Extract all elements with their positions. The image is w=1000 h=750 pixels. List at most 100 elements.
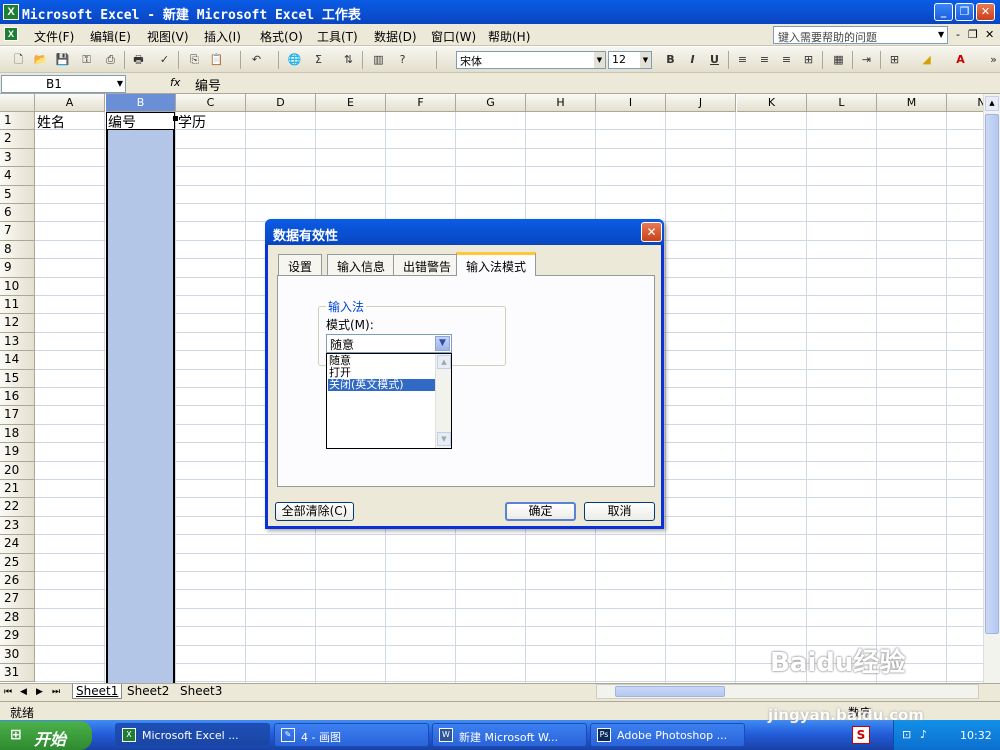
sogou-ime-icon[interactable]: S xyxy=(852,726,870,744)
row-header-6[interactable]: 6 xyxy=(0,204,35,223)
column-header-h[interactable]: H xyxy=(526,94,596,112)
menu-view[interactable]: 视图(V) xyxy=(147,28,189,45)
font-size-select[interactable]: 12 ▼ xyxy=(608,51,652,69)
tab-settings[interactable]: 设置 xyxy=(278,254,323,275)
row-header-30[interactable]: 30 xyxy=(0,645,35,664)
row-header-2[interactable]: 2 xyxy=(0,130,35,149)
mode-select[interactable]: 随意 ▼ xyxy=(326,334,452,353)
spelling-icon[interactable]: ✓ xyxy=(156,52,173,68)
currency-icon[interactable]: ▦ xyxy=(830,52,847,68)
tab-input-message[interactable]: 输入信息 xyxy=(327,254,396,275)
hyperlink-icon[interactable]: 🌐 xyxy=(286,52,303,68)
task-excel[interactable]: X Microsoft Excel ... xyxy=(115,723,270,747)
toolbar-options-icon[interactable]: » xyxy=(985,52,1000,68)
row-header-10[interactable]: 10 xyxy=(0,277,35,296)
mode-dropdown-list[interactable]: 随意 打开 关闭(英文模式) ▲ ▼ xyxy=(326,353,452,449)
paste-icon[interactable]: 📋 xyxy=(208,52,225,68)
scroll-thumb[interactable] xyxy=(985,114,999,634)
formula-input[interactable]: 编号 xyxy=(195,75,221,94)
row-header-3[interactable]: 3 xyxy=(0,148,35,168)
column-header-n[interactable]: N xyxy=(947,94,983,112)
print-icon[interactable]: ⎙ xyxy=(102,52,119,68)
menu-insert[interactable]: 插入(I) xyxy=(204,28,241,45)
open-icon[interactable]: 📂 xyxy=(32,52,49,68)
help-search-input[interactable]: 键入需要帮助的问题 xyxy=(773,26,948,44)
clock[interactable]: 10:32 xyxy=(960,729,992,742)
insert-function-icon[interactable]: fx xyxy=(170,76,180,89)
chart-wizard-icon[interactable]: ▥ xyxy=(370,52,387,68)
select-all-corner[interactable] xyxy=(0,94,35,112)
column-header-b[interactable]: B xyxy=(106,94,176,112)
row-header-20[interactable]: 20 xyxy=(0,461,35,480)
sheet-tab-2[interactable]: Sheet2 xyxy=(124,684,172,698)
sheet-tab-1[interactable]: Sheet1 xyxy=(72,684,123,699)
first-sheet-icon[interactable]: ⏮ xyxy=(4,687,12,697)
doc-restore-button[interactable]: ❐ xyxy=(968,28,978,41)
row-header-18[interactable]: 18 xyxy=(0,424,35,444)
next-sheet-icon[interactable]: ▶ xyxy=(36,687,43,697)
column-header-m[interactable]: M xyxy=(877,94,947,112)
column-header-k[interactable]: K xyxy=(737,94,807,112)
column-header-d[interactable]: D xyxy=(246,94,316,112)
save-icon[interactable]: 💾 xyxy=(54,52,71,68)
menu-data[interactable]: 数据(D) xyxy=(374,28,417,45)
bold-icon[interactable]: B xyxy=(662,52,679,68)
prev-sheet-icon[interactable]: ◀ xyxy=(20,687,27,697)
align-right-icon[interactable]: ≡ xyxy=(778,52,795,68)
list-scrollbar[interactable]: ▲ ▼ xyxy=(435,354,451,448)
task-photoshop[interactable]: Ps Adobe Photoshop ... xyxy=(590,723,745,747)
menu-format[interactable]: 格式(O) xyxy=(260,28,303,45)
dialog-close-button[interactable]: ✕ xyxy=(641,222,662,242)
cancel-button[interactable]: 取消 xyxy=(584,502,655,521)
scroll-up-icon[interactable]: ▲ xyxy=(437,355,451,369)
cell-a1[interactable]: 姓名 xyxy=(37,112,65,132)
sheet-tab-3[interactable]: Sheet3 xyxy=(177,684,225,698)
close-button[interactable]: ✕ xyxy=(976,3,995,21)
row-header-17[interactable]: 17 xyxy=(0,406,35,425)
scroll-up-icon[interactable]: ▲ xyxy=(985,96,999,111)
row-header-14[interactable]: 14 xyxy=(0,351,35,370)
borders-icon[interactable]: ⊞ xyxy=(886,52,903,68)
menu-edit[interactable]: 编辑(E) xyxy=(90,28,131,45)
copy-icon[interactable]: ⎘ xyxy=(186,52,203,68)
permission-icon[interactable]: ⚿ xyxy=(78,52,95,68)
row-header-23[interactable]: 23 xyxy=(0,516,35,536)
row-header-11[interactable]: 11 xyxy=(0,296,35,315)
volume-icon[interactable]: ♪ xyxy=(920,728,927,741)
row-header-25[interactable]: 25 xyxy=(0,553,35,572)
chevron-down-icon[interactable]: ▼ xyxy=(938,30,944,39)
row-header-15[interactable]: 15 xyxy=(0,369,35,388)
underline-icon[interactable]: U xyxy=(706,52,723,68)
row-header-8[interactable]: 8 xyxy=(0,240,35,260)
row-header-21[interactable]: 21 xyxy=(0,480,35,499)
doc-minimize-button[interactable]: - xyxy=(956,28,960,41)
fill-color-icon[interactable]: ◢ xyxy=(918,52,935,68)
row-header-24[interactable]: 24 xyxy=(0,535,35,554)
row-header-13[interactable]: 13 xyxy=(0,332,35,352)
row-header-19[interactable]: 19 xyxy=(0,443,35,462)
row-header-7[interactable]: 7 xyxy=(0,222,35,241)
chevron-down-icon[interactable]: ▼ xyxy=(435,336,450,351)
row-header-28[interactable]: 28 xyxy=(0,608,35,628)
row-header-9[interactable]: 9 xyxy=(0,259,35,278)
column-header-l[interactable]: L xyxy=(807,94,877,112)
cell-b1[interactable]: 编号 xyxy=(108,112,136,132)
merge-center-icon[interactable]: ⊞ xyxy=(800,52,817,68)
ok-button[interactable]: 确定 xyxy=(505,502,576,521)
horizontal-scrollbar[interactable] xyxy=(596,684,979,699)
row-header-29[interactable]: 29 xyxy=(0,627,35,646)
undo-icon[interactable]: ↶ xyxy=(248,52,265,68)
restore-button[interactable]: ❐ xyxy=(955,3,974,21)
tab-error-alert[interactable]: 出错警告 xyxy=(393,254,462,275)
column-header-i[interactable]: I xyxy=(596,94,666,112)
column-header-a[interactable]: A xyxy=(35,94,105,112)
task-word[interactable]: W 新建 Microsoft W... xyxy=(432,723,587,747)
column-header-e[interactable]: E xyxy=(316,94,386,112)
row-header-27[interactable]: 27 xyxy=(0,590,35,609)
doc-close-button[interactable]: ✕ xyxy=(985,28,994,41)
vertical-scrollbar[interactable]: ▲ xyxy=(983,94,1000,683)
align-center-icon[interactable]: ≡ xyxy=(756,52,773,68)
font-color-icon[interactable]: A xyxy=(952,52,969,68)
clear-all-button[interactable]: 全部清除(C) xyxy=(275,502,354,521)
column-header-j[interactable]: J xyxy=(666,94,736,112)
